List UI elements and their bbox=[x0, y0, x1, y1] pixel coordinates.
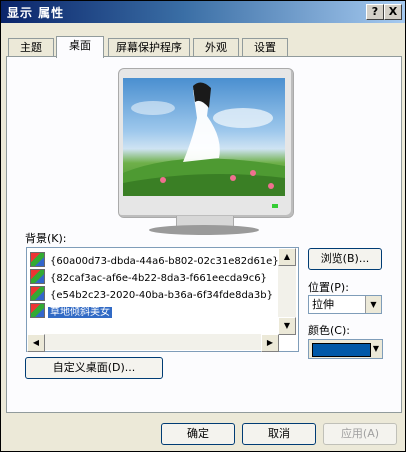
chevron-down-icon[interactable]: ▼ bbox=[365, 296, 381, 313]
customize-desktop-button[interactable]: 自定义桌面(D)... bbox=[25, 357, 163, 379]
list-item-selected[interactable]: 草地倾斜美女 bbox=[30, 303, 112, 319]
color-swatch bbox=[312, 343, 371, 357]
wallpaper-preview-image bbox=[123, 78, 285, 196]
image-file-icon bbox=[30, 286, 45, 301]
ok-button[interactable]: 确定 bbox=[161, 423, 235, 445]
chevron-down-icon[interactable]: ▼ bbox=[371, 340, 381, 358]
list-item[interactable]: {82caf3ac-af6e-4b22-8da3-f661eecda9c6} bbox=[30, 269, 269, 285]
title-bar[interactable]: 显示 属性 ? X bbox=[1, 1, 405, 23]
power-led bbox=[272, 204, 278, 208]
apply-button[interactable]: 应用(A) bbox=[323, 423, 397, 445]
scroll-up-arrow-icon[interactable]: ▲ bbox=[278, 248, 296, 266]
image-file-icon bbox=[30, 269, 45, 284]
scroll-left-arrow-icon[interactable]: ◀ bbox=[27, 334, 45, 352]
color-picker-button[interactable]: ▼ bbox=[308, 339, 383, 359]
background-label: 背景(K): bbox=[25, 232, 67, 245]
browse-button[interactable]: 浏览(B)... bbox=[308, 248, 382, 270]
list-item[interactable]: {e54b2c23-2020-40ba-b36a-6f34fde8da3b} bbox=[30, 286, 275, 302]
position-value: 拉伸 bbox=[312, 298, 334, 311]
close-button[interactable]: X bbox=[384, 4, 402, 20]
display-properties-dialog: 显示 属性 ? X 主题 桌面 屏幕保护程序 外观 设置 背景(K): {60a… bbox=[0, 0, 406, 452]
scroll-right-arrow-icon[interactable]: ▶ bbox=[261, 334, 279, 352]
monitor-stand-base bbox=[149, 225, 259, 235]
position-label: 位置(P): bbox=[308, 281, 349, 294]
help-button[interactable]: ? bbox=[366, 4, 384, 20]
position-select[interactable]: 拉伸 ▼ bbox=[308, 295, 382, 314]
tab-screensaver[interactable]: 屏幕保护程序 bbox=[108, 38, 190, 57]
wallpaper-illustration bbox=[123, 82, 285, 196]
color-label: 颜色(C): bbox=[308, 324, 350, 337]
horizontal-scrollbar[interactable] bbox=[27, 334, 278, 350]
image-file-icon bbox=[30, 303, 45, 318]
tab-settings[interactable]: 设置 bbox=[242, 38, 288, 57]
image-file-icon bbox=[30, 252, 45, 267]
list-item[interactable]: {60a00d73-dbda-44a6-b802-02c31e82d61e} bbox=[30, 252, 281, 268]
tab-desktop[interactable]: 桌面 bbox=[56, 36, 104, 58]
tab-appearance[interactable]: 外观 bbox=[193, 38, 239, 57]
window-title: 显示 属性 bbox=[7, 6, 65, 20]
tab-themes[interactable]: 主题 bbox=[8, 38, 54, 57]
cancel-button[interactable]: 取消 bbox=[242, 423, 316, 445]
scroll-down-arrow-icon[interactable]: ▼ bbox=[278, 317, 296, 335]
